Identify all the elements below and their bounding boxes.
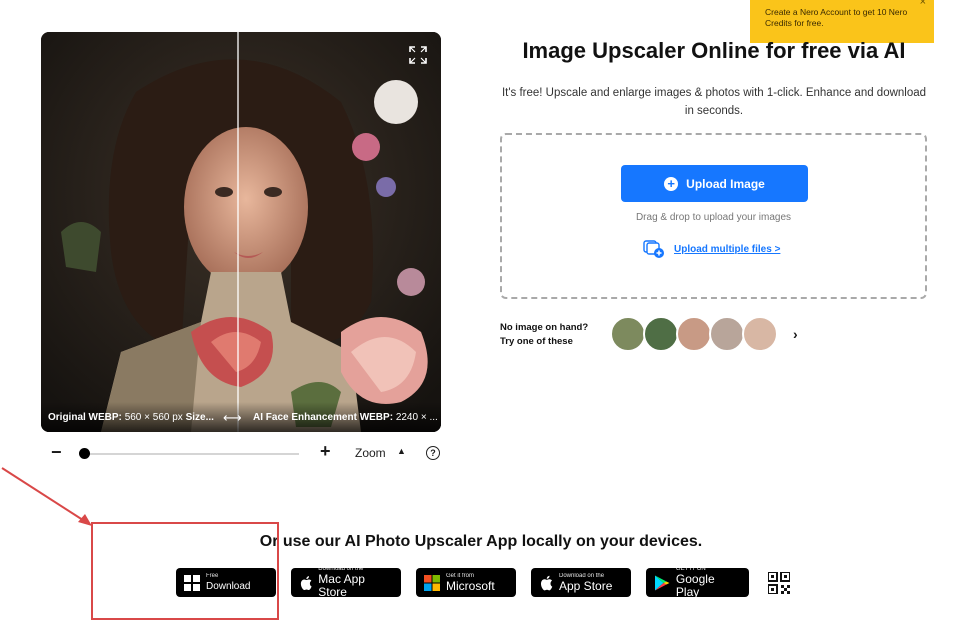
portrait-image bbox=[41, 32, 441, 432]
page-title: Image Upscaler Online for free via AI bbox=[522, 38, 906, 63]
chevron-right-icon[interactable]: › bbox=[793, 326, 798, 342]
sample-thumb[interactable] bbox=[709, 316, 745, 352]
plus-circle-icon: + bbox=[664, 176, 679, 191]
multiple-images-icon bbox=[643, 240, 664, 258]
zoom-dropdown-label[interactable]: Zoom bbox=[355, 446, 386, 460]
app-store-button[interactable]: Download on the App Store bbox=[531, 568, 631, 597]
annotation-arrow bbox=[1, 467, 92, 526]
caret-up-icon[interactable]: ▲ bbox=[397, 446, 406, 456]
microsoft-store-button[interactable]: Get it from Microsoft bbox=[416, 568, 516, 597]
fullscreen-icon[interactable] bbox=[409, 46, 427, 64]
original-caption: Original WEBP: 560 × 560 px Size... bbox=[48, 412, 214, 423]
upload-multiple-files-link[interactable]: Upload multiple files > bbox=[674, 244, 780, 255]
sample-thumb[interactable] bbox=[610, 316, 646, 352]
sample-thumb[interactable] bbox=[643, 316, 679, 352]
zoom-slider-track[interactable] bbox=[81, 453, 299, 455]
apple-icon bbox=[300, 575, 312, 590]
upload-dropzone[interactable]: + Upload Image Drag & drop to upload you… bbox=[500, 133, 927, 299]
upload-button-label: Upload Image bbox=[686, 176, 765, 191]
enhanced-caption: AI Face Enhancement WEBP: 2240 × ... bbox=[253, 412, 438, 423]
zoom-in-button[interactable]: + bbox=[320, 441, 331, 462]
compare-divider-handle[interactable] bbox=[237, 32, 239, 432]
google-play-button[interactable]: GET IT ON Google Play bbox=[646, 566, 749, 599]
upload-multiple-row: Upload multiple files > bbox=[643, 239, 780, 259]
sample-images-label: No image on hand? Try one of these bbox=[500, 322, 589, 347]
drag-drop-hint: Drag & drop to upload your images bbox=[635, 212, 792, 223]
caption-bar: Original WEBP: 560 × 560 px Size... ⟷ AI… bbox=[41, 402, 441, 432]
promo-toast: Create a Nero Account to get 10 Nero Cre… bbox=[750, 0, 934, 43]
mac-app-store-button[interactable]: Download on the Mac App Store bbox=[291, 566, 401, 599]
image-compare-preview[interactable]: Original WEBP: 560 × 560 px Size... ⟷ AI… bbox=[41, 32, 441, 432]
apple-icon bbox=[540, 575, 553, 590]
compare-arrows-icon: ⟷ bbox=[223, 410, 242, 425]
sample-thumbnails bbox=[610, 316, 778, 352]
sample-thumb[interactable] bbox=[676, 316, 712, 352]
zoom-controls: − + Zoom ▲ ? bbox=[45, 441, 445, 464]
zoom-slider-thumb[interactable] bbox=[79, 448, 90, 459]
upload-image-button[interactable]: + Upload Image bbox=[621, 165, 808, 202]
google-play-icon bbox=[654, 575, 670, 590]
promo-toast-text: Create a Nero Account to get 10 Nero Cre… bbox=[765, 7, 908, 28]
help-icon[interactable]: ? bbox=[426, 446, 440, 460]
page-subtitle: It's free! Upscale and enlarge images & … bbox=[501, 87, 927, 117]
annotation-highlight-box bbox=[91, 522, 279, 620]
close-icon[interactable]: × bbox=[920, 0, 926, 8]
sample-thumb[interactable] bbox=[742, 316, 778, 352]
microsoft-icon bbox=[424, 574, 440, 591]
qr-code-icon[interactable] bbox=[768, 572, 790, 594]
